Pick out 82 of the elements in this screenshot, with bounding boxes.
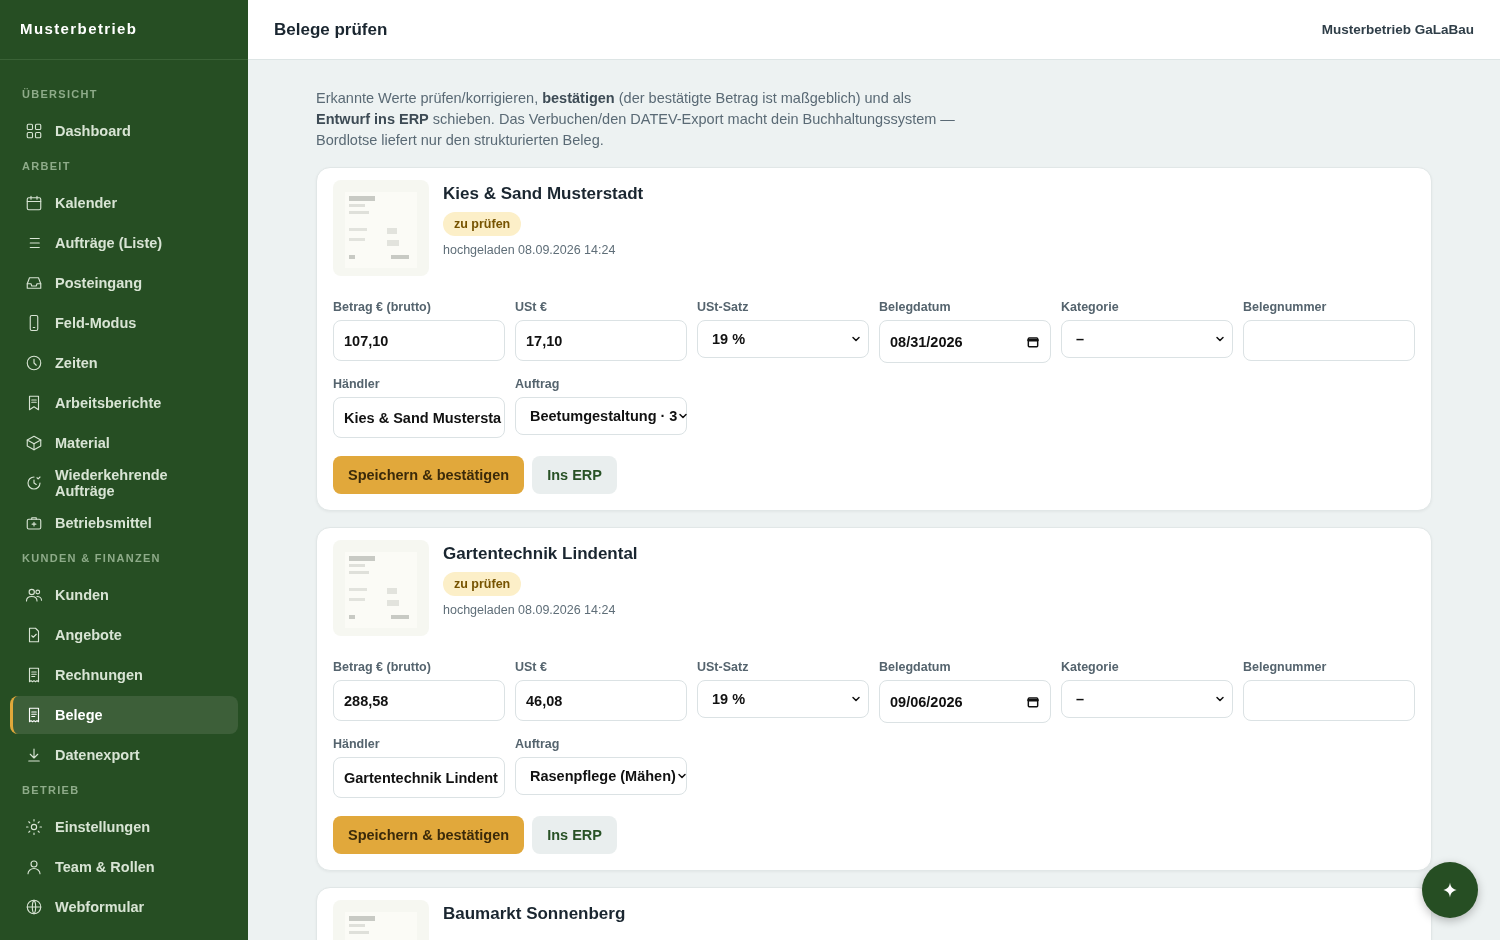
- merchant-title: Kies & Sand Musterstadt: [443, 184, 644, 204]
- erp-button[interactable]: Ins ERP: [532, 456, 617, 494]
- sidebar-item[interactable]: Material: [10, 424, 238, 462]
- field-label: Belegnummer: [1243, 300, 1328, 314]
- sidebar-item[interactable]: Einstellungen: [10, 808, 238, 846]
- field-label: USt €: [515, 660, 548, 674]
- field-label: Händler: [333, 377, 381, 391]
- sidebar-item[interactable]: Zeiten: [10, 344, 238, 382]
- input-field[interactable]: 46,08: [515, 680, 687, 721]
- sidebar-item[interactable]: Rechnungen: [10, 656, 238, 694]
- sidebar-item[interactable]: Angebote: [10, 616, 238, 654]
- grid-icon: [25, 122, 43, 140]
- user-icon: [25, 858, 43, 876]
- input-field[interactable]: [1243, 320, 1415, 361]
- merchant-title: Gartentechnik Lindental: [443, 544, 638, 564]
- field-label: Kategorie: [1061, 660, 1120, 674]
- field-label: USt €: [515, 300, 548, 314]
- sidebar-item[interactable]: Arbeitsberichte: [10, 384, 238, 422]
- users-icon: [25, 586, 43, 604]
- sidebar-item[interactable]: Belege: [10, 696, 238, 734]
- sidebar-item[interactable]: Aufträge (Liste): [10, 224, 238, 262]
- sidebar-item[interactable]: Kunden: [10, 576, 238, 614]
- merchant-title: Baumarkt Sonnenberg: [443, 904, 626, 924]
- sidebar-item[interactable]: Webformular: [10, 888, 238, 926]
- globe-icon: [25, 898, 43, 916]
- sidebar-item[interactable]: Posteingang: [10, 264, 238, 302]
- field-label: USt-Satz: [697, 300, 750, 314]
- select-field[interactable]: –: [1061, 680, 1233, 718]
- upload-time: hochgeladen 08.09.2026 14:24: [443, 603, 616, 617]
- intro-text: Erkannte Werte prüfen/korrigieren, bestätigen (der bestätigte Betrag ist maßgeblich) und als Entwurf ins ERP schieben. Das Verbuchen/den DATEV-Export macht dein Buchhaltungssystem — Bordlotse liefert nur den strukturierten Beleg.: [316, 89, 956, 150]
- input-field[interactable]: Kies & Sand Mustersta: [333, 397, 505, 438]
- select-field[interactable]: 19 %: [697, 680, 869, 718]
- sidebar-item[interactable]: Dashboard: [10, 112, 238, 150]
- field-label: Betrag € (brutto): [333, 660, 432, 674]
- page-title: Belege prüfen: [274, 19, 388, 40]
- status-badge: zu prüfen: [443, 572, 522, 596]
- input-field[interactable]: [1243, 680, 1415, 721]
- field-label: Belegdatum: [879, 660, 952, 674]
- select-field[interactable]: –: [1061, 320, 1233, 358]
- select-field[interactable]: 19 %: [697, 320, 869, 358]
- status-badge: zu prüfen: [443, 212, 522, 236]
- briefcase-icon: [25, 514, 43, 532]
- field-label: Auftrag: [515, 377, 561, 391]
- calendar-icon: [1026, 694, 1040, 709]
- field-label: USt-Satz: [697, 660, 750, 674]
- sidebar-item[interactable]: Team & Rollen: [10, 848, 238, 886]
- inbox-icon: [25, 274, 43, 292]
- select-field[interactable]: Beetumgestaltung · 3: [515, 397, 687, 435]
- sidebar-item[interactable]: Kalender: [10, 184, 238, 222]
- sidebar-item[interactable]: Wiederkehrende Aufträge: [10, 464, 238, 502]
- company-name: Musterbetrieb GaLaBau: [1321, 22, 1474, 37]
- sun-icon: [25, 818, 43, 836]
- save-confirm-button[interactable]: Speichern & bestätigen: [333, 456, 525, 494]
- clock-check-icon: [25, 474, 43, 492]
- save-confirm-button[interactable]: Speichern & bestätigen: [333, 816, 525, 854]
- field-label: Belegdatum: [879, 300, 952, 314]
- sidebar-item[interactable]: Feld-Modus: [10, 304, 238, 342]
- input-field[interactable]: 288,58: [333, 680, 505, 721]
- section-label: BETRIEB: [21, 783, 81, 798]
- input-field[interactable]: 17,10: [515, 320, 687, 361]
- sidebar-item[interactable]: Betriebsmittel: [10, 504, 238, 542]
- clock-icon: [25, 354, 43, 372]
- input-field[interactable]: Gartentechnik Lindent: [333, 757, 505, 798]
- section-label: ÜBERSICHT: [21, 87, 99, 102]
- field-label: Auftrag: [515, 737, 561, 751]
- date-field[interactable]: 08/31/2026: [879, 320, 1051, 363]
- input-field[interactable]: 107,10: [333, 320, 505, 361]
- field-label: Kategorie: [1061, 300, 1120, 314]
- calendar-icon: [25, 194, 43, 212]
- field-label: Belegnummer: [1243, 660, 1328, 674]
- download-icon: [25, 746, 43, 764]
- date-field[interactable]: 09/06/2026: [879, 680, 1051, 723]
- box-icon: [25, 434, 43, 452]
- section-label: ARBEIT: [21, 159, 72, 174]
- field-label: Betrag € (brutto): [333, 300, 432, 314]
- calendar-icon: [1026, 334, 1040, 349]
- upload-time: hochgeladen 08.09.2026 14:24: [443, 243, 616, 257]
- sidebar-item[interactable]: Datenexport: [10, 736, 238, 774]
- erp-button[interactable]: Ins ERP: [532, 816, 617, 854]
- field-label: Händler: [333, 737, 381, 751]
- select-field[interactable]: Rasenpflege (Mähen): [515, 757, 687, 795]
- section-label: KUNDEN & FINANZEN: [21, 551, 162, 566]
